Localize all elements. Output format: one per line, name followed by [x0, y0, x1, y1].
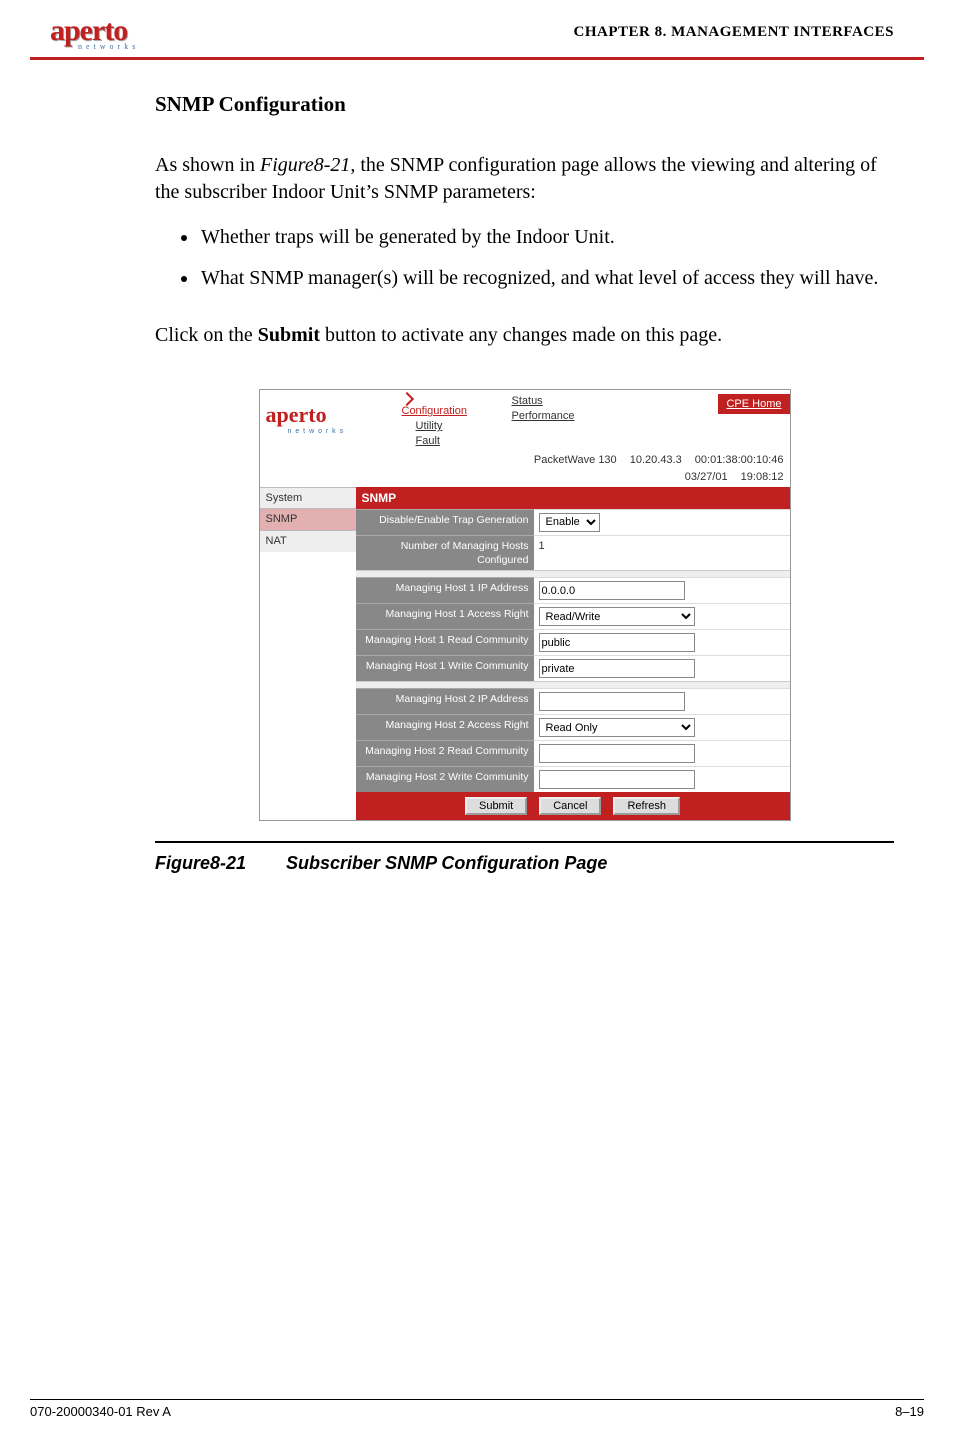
trap-gen-select[interactable]: Enable	[539, 513, 600, 532]
list-item: Whether traps will be generated by the I…	[199, 224, 894, 251]
cancel-button[interactable]: Cancel	[539, 797, 601, 815]
screenshot-logo: aperto n e t w o r k s	[260, 390, 402, 446]
host2-readcomm-label: Managing Host 2 Read Community	[356, 740, 534, 766]
host2-ip-label: Managing Host 2 IP Address	[356, 688, 534, 714]
bullet-list: Whether traps will be generated by the I…	[155, 224, 894, 292]
trap-gen-label: Disable/Enable Trap Generation	[356, 509, 534, 535]
hosts-configured-value: 1	[534, 535, 790, 570]
section-title: SNMP Configuration	[155, 90, 894, 118]
instruction-paragraph: Click on the Submit button to activate a…	[155, 322, 894, 349]
figure-ref: Figure8-21	[260, 154, 350, 176]
host1-access-select[interactable]: Read/Write	[539, 607, 695, 626]
status-ip: 10.20.43.3	[630, 454, 682, 466]
host1-readcomm-input[interactable]	[539, 633, 695, 652]
status-bar: PacketWave 130 10.20.43.3 00:01:38:00:10…	[260, 449, 790, 470]
host1-ip-label: Managing Host 1 IP Address	[356, 577, 534, 603]
host2-ip-input[interactable]	[539, 692, 685, 711]
status-time: 19:08:12	[741, 471, 784, 483]
status-date: 03/27/01	[685, 471, 728, 483]
list-item: What SNMP manager(s) will be recognized,…	[199, 265, 894, 292]
panel-header: SNMP	[356, 487, 790, 509]
divider	[356, 570, 790, 577]
side-nav: System SNMP NAT	[260, 487, 356, 821]
host2-access-label: Managing Host 2 Access Right	[356, 714, 534, 740]
tab-fault[interactable]: Fault	[416, 434, 512, 449]
status-model: PacketWave 130	[534, 454, 617, 466]
host1-readcomm-label: Managing Host 1 Read Community	[356, 629, 534, 655]
host2-readcomm-input[interactable]	[539, 744, 695, 763]
divider	[356, 681, 790, 688]
intro-paragraph: As shown in Figure8-21, the SNMP configu…	[155, 152, 894, 206]
footer-page-number: 8–19	[895, 1404, 924, 1419]
tab-status[interactable]: Status	[512, 394, 612, 409]
nav-snmp[interactable]: SNMP	[260, 508, 356, 530]
host2-writecomm-input[interactable]	[539, 770, 695, 789]
hosts-configured-label: Number of Managing Hosts Configured	[356, 535, 534, 570]
nav-system[interactable]: System	[260, 487, 356, 509]
status-bar-2: 03/27/01 19:08:12	[260, 470, 790, 487]
host1-writecomm-label: Managing Host 1 Write Community	[356, 655, 534, 681]
page-footer: 070-20000340-01 Rev A 8–19	[30, 1399, 924, 1419]
submit-button[interactable]: Submit	[465, 797, 527, 815]
tab-performance[interactable]: Performance	[512, 409, 612, 424]
logo: aperto n e t w o r k s	[50, 14, 136, 51]
footer-doc-id: 070-20000340-01 Rev A	[30, 1404, 171, 1419]
refresh-button[interactable]: Refresh	[613, 797, 680, 815]
logo-subtext: n e t w o r k s	[78, 42, 136, 51]
chapter-heading: CHAPTER 8. MANAGEMENT INTERFACES	[574, 24, 894, 41]
status-mac: 00:01:38:00:10:46	[695, 454, 784, 466]
host2-access-select[interactable]: Read Only	[539, 718, 695, 737]
host2-writecomm-label: Managing Host 2 Write Community	[356, 766, 534, 792]
cpe-home-link[interactable]: CPE Home	[718, 394, 789, 414]
tab-configuration[interactable]: Configuration	[402, 394, 512, 419]
host1-ip-input[interactable]	[539, 581, 685, 600]
nav-nat[interactable]: NAT	[260, 530, 356, 552]
figure-title: Subscriber SNMP Configuration Page	[286, 853, 607, 873]
figure-number: Figure8-21	[155, 853, 246, 873]
embedded-screenshot: aperto n e t w o r k s Configuration Uti…	[259, 389, 791, 821]
host1-writecomm-input[interactable]	[539, 659, 695, 678]
page-header: aperto n e t w o r k s CHAPTER 8. MANAGE…	[30, 0, 924, 60]
tab-utility[interactable]: Utility	[416, 419, 512, 434]
host1-access-label: Managing Host 1 Access Right	[356, 603, 534, 629]
figure-caption: Figure8-21 Subscriber SNMP Configuration …	[155, 843, 894, 875]
